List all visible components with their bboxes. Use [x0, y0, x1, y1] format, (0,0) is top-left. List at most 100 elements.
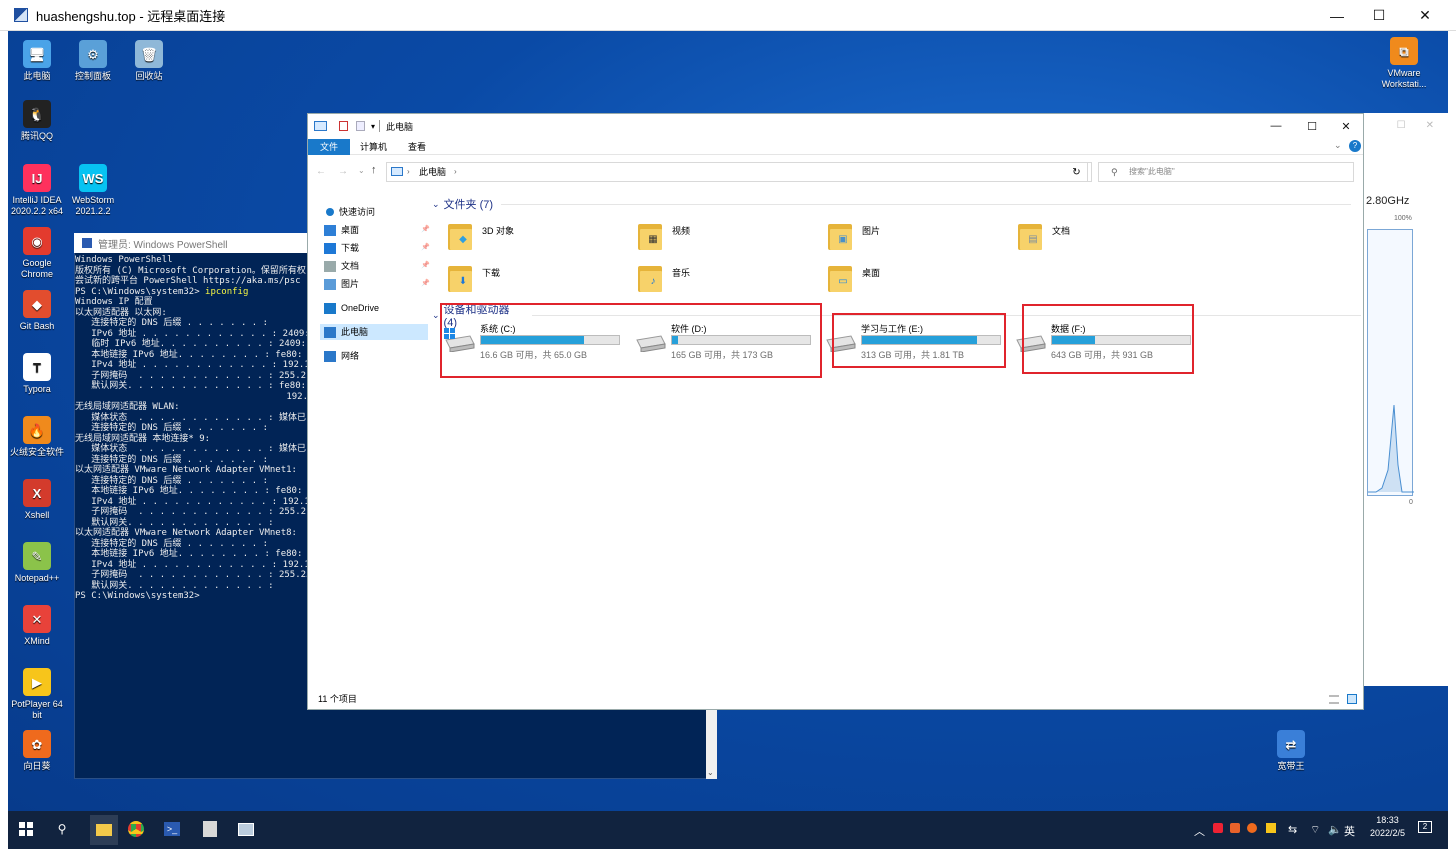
folder-badge-icon: ♪	[650, 275, 656, 287]
computer-icon	[314, 121, 327, 131]
rdp-minimize-button[interactable]: —	[1314, 0, 1360, 31]
nav-item[interactable]: 下载 📌	[324, 240, 432, 256]
tab-computer[interactable]: 计算机	[352, 139, 395, 155]
desktop-shortcut[interactable]: WS WebStorm 2021.2.2	[64, 164, 122, 217]
help-icon[interactable]: ?	[1349, 140, 1361, 152]
highlight-box	[440, 303, 822, 378]
folder-name: 桌面	[862, 268, 881, 278]
quick-access-dropdown-icon[interactable]: ▾	[371, 122, 375, 131]
large-icons-view-icon[interactable]	[1347, 694, 1357, 704]
desktop-shortcut[interactable]: T Typora	[8, 353, 66, 395]
nav-item[interactable]: 网络	[324, 348, 432, 364]
scroll-down-icon[interactable]: ⌄	[707, 768, 714, 777]
taskbar-chrome-icon[interactable]	[126, 819, 146, 839]
desktop-shortcut[interactable]: 🖥 此电脑	[8, 40, 66, 82]
nav-item[interactable]: 桌面 📌	[324, 222, 432, 238]
search-box[interactable]: ⚲ 搜索"此电脑"	[1098, 162, 1354, 182]
taskbar-remote-icon[interactable]	[236, 819, 256, 839]
folders-section-header[interactable]: ⌄ 文件夹 (7)	[432, 196, 1352, 212]
taskbar-explorer-icon[interactable]	[90, 815, 118, 845]
details-view-icon[interactable]	[1329, 695, 1339, 704]
rdp-maximize-button[interactable]: ☐	[1356, 0, 1402, 31]
folder-name: 3D 对象	[482, 226, 515, 236]
tray-volume-icon[interactable]: 🔈	[1328, 823, 1342, 836]
folder-item[interactable]: ▦ 视频	[636, 220, 816, 262]
task-manager-close-icon[interactable]: ✕	[1426, 120, 1434, 131]
tray-network-icon[interactable]: ⇆	[1288, 823, 1297, 836]
tab-file[interactable]: 文件	[308, 139, 351, 155]
tray-huorong-icon[interactable]	[1230, 823, 1240, 833]
nav-item[interactable]: 文档 📌	[324, 258, 432, 274]
collapse-chevron-icon[interactable]: ⌄	[432, 199, 440, 210]
desktop-shortcut[interactable]: X Xshell	[8, 479, 66, 521]
nav-item[interactable]: 图片 📌	[324, 276, 432, 292]
folder-item[interactable]: ▤ 文档	[1016, 220, 1196, 262]
desktop-shortcut[interactable]: ✿ 向日葵	[8, 730, 66, 772]
ribbon-expand-icon[interactable]: ⌄	[1334, 140, 1342, 151]
show-hidden-icons-icon[interactable]: ︿	[1194, 823, 1205, 839]
properties-icon[interactable]	[339, 121, 348, 131]
folder-item[interactable]: ⬇ 下载	[446, 262, 626, 304]
desktop-shortcut-label: 控制面板	[74, 71, 111, 81]
potplayer-icon: ▶	[23, 668, 51, 696]
start-button[interactable]	[16, 819, 36, 839]
desktop-folder-icon: ▭	[826, 262, 856, 294]
desktop-shortcut[interactable]: 🗑 回收站	[120, 40, 178, 82]
new-folder-icon[interactable]	[356, 121, 365, 131]
console-line-text: 连接特定的 DNS 后缀 . . . . . . . :	[75, 538, 269, 549]
notepad-icon: ✎	[23, 542, 51, 570]
up-arrow-icon[interactable]: ↑	[371, 164, 377, 176]
tray-wifi-icon[interactable]: ⌔	[1310, 823, 1320, 837]
desktop-shortcut[interactable]: ◉ Google Chrome	[8, 227, 66, 280]
desktop-shortcut[interactable]: ✕ XMind	[8, 605, 66, 647]
tab-view[interactable]: 查看	[400, 139, 434, 155]
desktop-shortcut[interactable]: ◆ Git Bash	[8, 290, 66, 332]
notification-center-icon[interactable]: 2	[1418, 820, 1432, 833]
rdp-close-button[interactable]: ✕	[1402, 0, 1448, 31]
taskbar-app-icon[interactable]	[200, 819, 220, 839]
desktop-shortcut[interactable]: 🔥 火绒安全软件	[8, 416, 66, 458]
nav-item[interactable]: 此电脑	[320, 324, 428, 340]
back-arrow-icon[interactable]: ←	[316, 166, 326, 177]
music-icon: ♪	[636, 262, 666, 294]
desktop-shortcut[interactable]: ⚙ 控制面板	[64, 40, 122, 82]
ime-indicator[interactable]: 英	[1344, 823, 1355, 839]
folder-item[interactable]: ▣ 图片	[826, 220, 1006, 262]
taskbar-powershell-icon[interactable]: >_	[162, 819, 182, 839]
broadband-icon: ⇄	[1277, 730, 1305, 758]
desktop-shortcut[interactable]: 🐧 腾讯QQ	[8, 100, 66, 142]
nav-item[interactable]: OneDrive	[324, 300, 432, 316]
address-bar[interactable]: › 此电脑 › ⌄	[386, 162, 1134, 182]
desktop-shortcut[interactable]: ⧉ VMware Workstati...	[1375, 37, 1433, 90]
refresh-button[interactable]: ↻	[1066, 162, 1088, 182]
explorer-close-button[interactable]: ✕	[1323, 114, 1369, 138]
folder-item[interactable]: ♪ 音乐	[636, 262, 816, 304]
highlight-box	[1022, 304, 1194, 374]
breadcrumb-chevron-icon[interactable]: ›	[454, 163, 457, 181]
tray-potplayer-icon[interactable]	[1266, 823, 1276, 833]
desktop-shortcut-label: WebStorm 2021.2.2	[71, 195, 115, 216]
collapse-chevron-icon[interactable]: ⌄	[432, 310, 440, 321]
desktop-shortcut[interactable]: ▶ PotPlayer 64 bit	[8, 668, 66, 721]
forward-arrow-icon[interactable]: →	[338, 166, 348, 177]
desktop-shortcut[interactable]: ✎ Notepad++	[8, 542, 66, 584]
console-line-text: 以太网适配器 VMware Network Adapter VMnet1:	[75, 465, 297, 475]
tray-app-icon[interactable]	[1213, 823, 1223, 833]
sunflower-icon: ✿	[23, 730, 51, 758]
breadcrumb-chevron-icon[interactable]: ›	[407, 163, 410, 181]
desktop-shortcut[interactable]: ⇄ 宽带王	[1262, 730, 1320, 772]
explorer-address-row: ← → ⌄ ↑ › 此电脑 › ⌄ ↻ ⚲ 搜索"此电脑"	[308, 158, 1363, 186]
folder-item[interactable]: ▭ 桌面	[826, 262, 1006, 304]
console-line-text: 无线局域网适配器 WLAN:	[75, 402, 180, 412]
tray-sunflower-icon[interactable]	[1247, 823, 1257, 833]
search-icon[interactable]: ⚲	[52, 819, 72, 839]
desktop-shortcut[interactable]: IJ IntelliJ IDEA 2020.2.2 x64	[8, 164, 66, 217]
nav-item[interactable]: 快速访问	[326, 204, 434, 220]
clock[interactable]: 18:33 2022/2/5	[1370, 815, 1405, 838]
breadcrumb-this-pc[interactable]: 此电脑	[419, 163, 446, 181]
recent-locations-icon[interactable]: ⌄	[358, 166, 365, 175]
folder-item[interactable]: ◆ 3D 对象	[446, 220, 626, 262]
task-manager-maximize-icon[interactable]: ☐	[1397, 120, 1406, 131]
computer-icon: 🖥	[23, 40, 51, 68]
nav-item-label: 桌面	[341, 225, 360, 235]
